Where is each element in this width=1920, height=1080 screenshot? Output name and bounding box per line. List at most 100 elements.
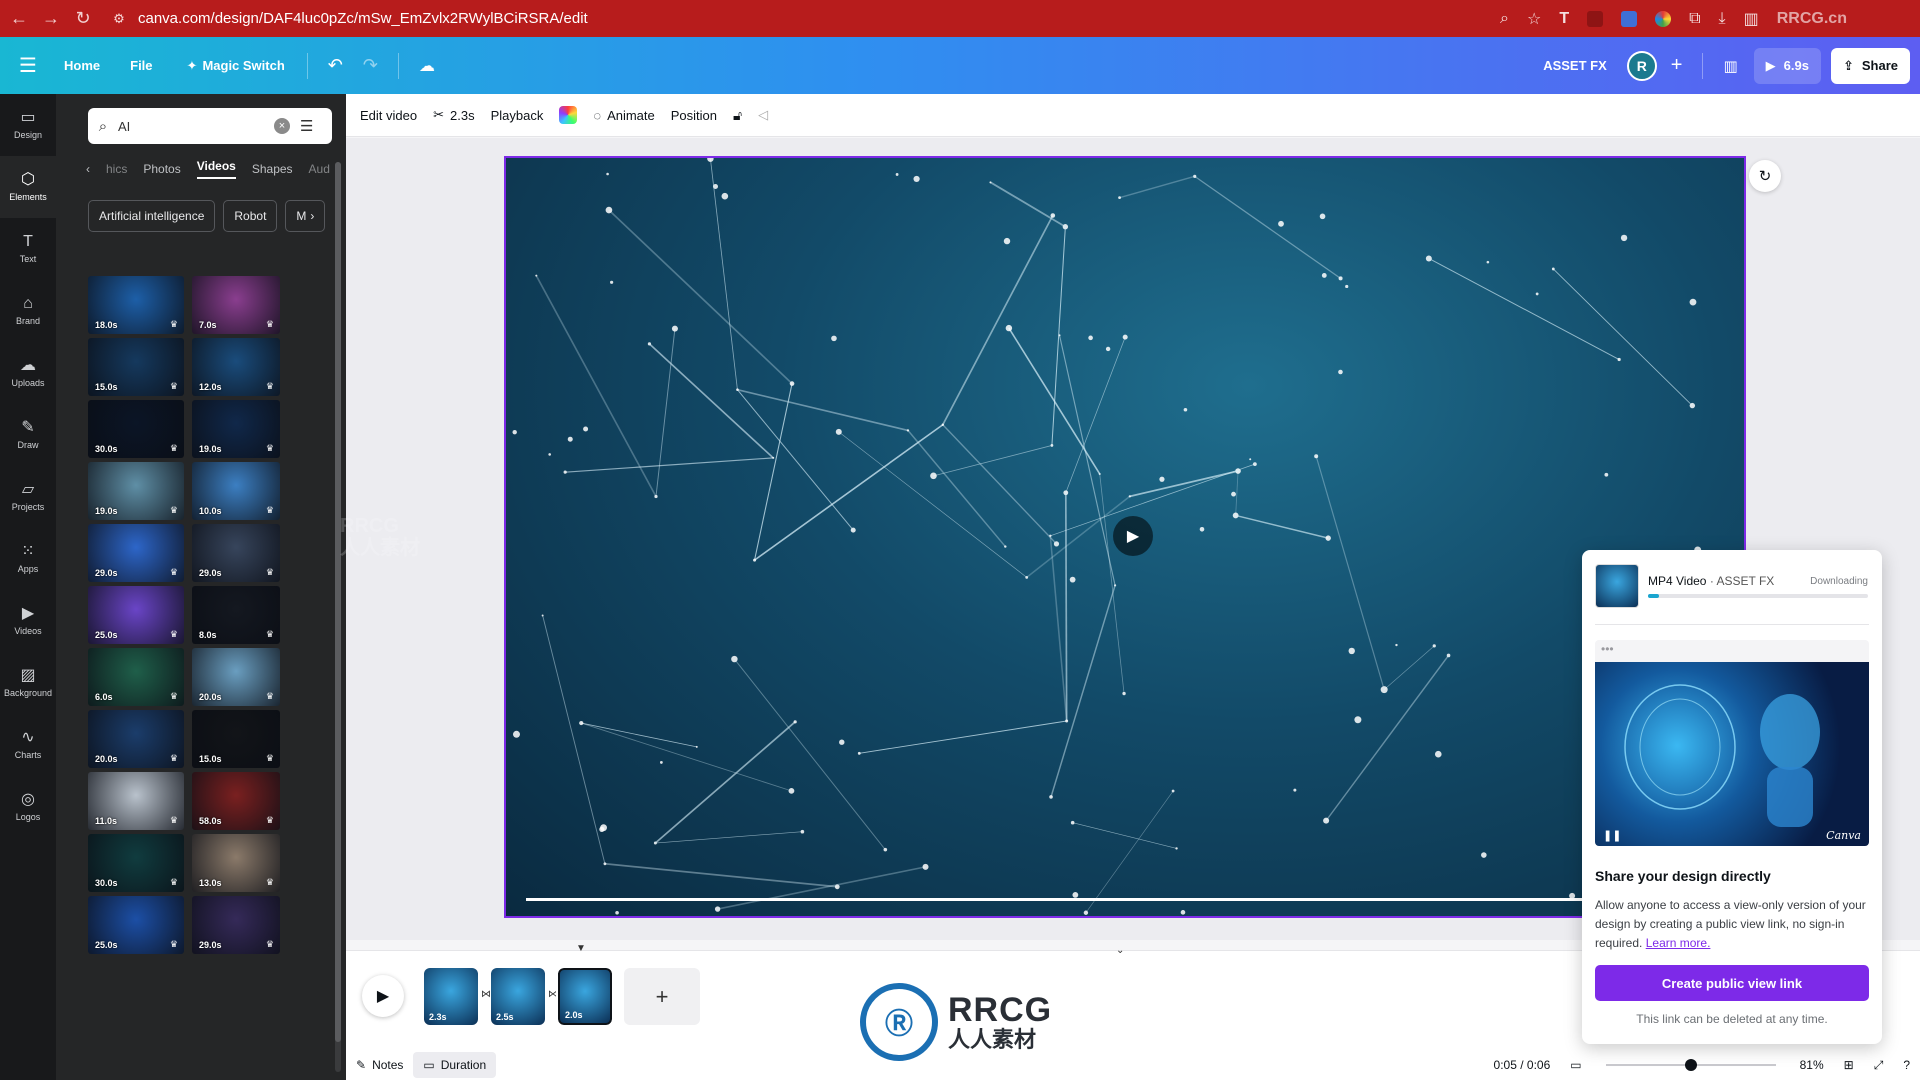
rail-item-projects[interactable]: ▱ Projects [0,466,56,528]
reload-icon[interactable]: ↻ [70,6,96,32]
video-thumbnail[interactable]: 7.0s ♛ [192,276,280,334]
clear-search-icon[interactable]: × [274,118,290,134]
tab-graphics[interactable]: hics [106,162,127,176]
chip-artificial-intelligence[interactable]: Artificial intelligence [88,200,216,232]
share-preview-video[interactable]: ❚❚ Canva [1595,662,1869,846]
panel-scrollbar-thumb[interactable] [335,162,341,1042]
search-input[interactable]: ⌕ AI × ☰ [88,108,332,144]
position-button[interactable]: Position [663,94,725,137]
trim-button[interactable]: ✂ 2.3s [425,94,482,137]
timeline-clip-selected[interactable]: 2.0s [556,966,614,1027]
video-thumbnail[interactable]: 8.0s ♛ [192,586,280,644]
extensions-puzzle-icon[interactable]: ⧉ [1689,10,1700,28]
rail-item-uploads[interactable]: ☁ Uploads [0,342,56,404]
zoom-slider-knob[interactable] [1684,1059,1697,1071]
forward-icon[interactable]: → [38,6,64,32]
sidebar-toggle-icon[interactable]: ▥ [1744,9,1759,29]
video-thumbnail[interactable]: 12.0s ♛ [192,338,280,396]
video-thumbnail[interactable]: 30.0s ♛ [88,400,184,458]
video-thumbnail[interactable]: 15.0s ♛ [88,338,184,396]
playback-button[interactable]: Playback [483,94,552,137]
extension-color-icon[interactable] [1655,10,1672,27]
video-thumbnail[interactable]: 6.0s ♛ [88,648,184,706]
help-icon[interactable]: ? [1893,1052,1920,1078]
timeline-clip[interactable]: 2.3s [424,968,478,1025]
edit-video-button[interactable]: Edit video [352,94,425,137]
rail-item-draw[interactable]: ✎ Draw [0,404,56,466]
project-name[interactable]: ASSET FX [1527,37,1623,94]
video-play-button[interactable]: ▶ [1113,516,1153,556]
rail-item-charts[interactable]: ∿ Charts [0,714,56,776]
video-thumbnail[interactable]: 11.0s ♛ [88,772,184,830]
refresh-icon[interactable]: ↻ [1749,160,1781,192]
avatar[interactable]: R [1626,50,1657,81]
page-view-icon[interactable]: ▭ [1560,1052,1591,1078]
rail-item-videos[interactable]: ▶ Videos [0,590,56,652]
redo-icon[interactable]: ↷ [353,37,388,94]
notes-button[interactable]: ✎ Notes [346,1052,413,1078]
extension-blue-icon[interactable] [1621,10,1638,27]
rail-item-logos[interactable]: ◎ Logos [0,776,56,838]
rail-item-text[interactable]: T Text [0,218,56,280]
grid-view-icon[interactable]: ⊞ [1834,1052,1864,1078]
volume-icon[interactable]: ◁ [750,94,776,137]
rail-item-background[interactable]: ▨ Background [0,652,56,714]
extension-red-icon[interactable] [1587,10,1604,27]
zoom-level[interactable]: 81% [1790,1052,1834,1078]
timeline-clip[interactable]: 2.5s [491,968,545,1025]
rail-item-apps[interactable]: ⁙ Apps [0,528,56,590]
home-button[interactable]: Home [56,37,108,94]
rail-item-design[interactable]: ▭ Design [0,94,56,156]
lock-icon[interactable]: 🔓︎ [725,94,750,137]
undo-icon[interactable]: ↶ [318,37,353,94]
video-thumbnail[interactable]: 19.0s ♛ [192,400,280,458]
insights-chart-icon[interactable]: ▥ [1713,37,1747,94]
bookmark-star-icon[interactable]: ☆ [1527,9,1541,29]
transition-icon[interactable]: ⋈ [548,989,558,1000]
chip-more[interactable]: M › [285,200,326,232]
filter-icon[interactable]: ☰ [300,117,324,135]
learn-more-link[interactable]: Learn more. [1646,936,1711,950]
address-bar[interactable]: ⚙ canva.com/design/DAF4luc0pZc/mSw_EmZvl… [110,5,1500,33]
chip-robot[interactable]: Robot [223,200,278,232]
panel-scrollbar[interactable] [335,162,341,1072]
video-thumbnail[interactable]: 20.0s ♛ [192,648,280,706]
pause-icon[interactable]: ❚❚ [1603,829,1621,842]
video-canvas[interactable]: ▶ [504,156,1746,918]
timeline-expand-chevron-icon[interactable]: ⌄ [1116,945,1124,956]
add-collaborator-icon[interactable]: + [1661,37,1693,94]
zoom-slider[interactable] [1605,1059,1776,1071]
fullscreen-icon[interactable]: ⤢ [1864,1052,1894,1078]
video-thumbnail[interactable]: 30.0s ♛ [88,834,184,892]
more-options-icon[interactable]: ••• [1601,642,1614,656]
video-thumbnail[interactable]: 13.0s ♛ [192,834,280,892]
magic-switch-button[interactable]: ✦ Magic Switch [175,37,297,94]
video-thumbnail[interactable]: 15.0s ♛ [192,710,280,768]
zoom-icon[interactable]: ⌕ [1500,10,1509,28]
file-menu-button[interactable]: File [108,37,174,94]
video-thumbnail[interactable]: 25.0s ♛ [88,586,184,644]
playhead-icon[interactable]: ▼ [576,943,586,954]
tab-photos[interactable]: Photos [143,162,180,176]
video-thumbnail[interactable]: 29.0s ♛ [88,524,184,582]
video-thumbnail[interactable]: 10.0s ♛ [192,462,280,520]
add-page-button[interactable]: + [624,968,700,1025]
extension-t-icon[interactable]: T [1559,10,1569,28]
back-icon[interactable]: ← [6,6,32,32]
share-button[interactable]: ⇪ Share [1830,47,1910,84]
duration-button[interactable]: ▭ Duration [413,1052,497,1078]
video-thumbnail[interactable]: 20.0s ♛ [88,710,184,768]
video-thumbnail[interactable]: 29.0s ♛ [192,524,280,582]
video-progress-bar[interactable] [526,898,1606,901]
create-public-link-button[interactable]: Create public view link [1595,965,1869,1001]
video-thumbnail[interactable]: 18.0s ♛ [88,276,184,334]
tab-videos[interactable]: Videos [196,159,236,179]
rail-item-elements[interactable]: ⬡ Elements [0,156,56,218]
animate-button[interactable]: ◌ Animate [585,94,662,137]
tab-shapes[interactable]: Shapes [252,162,293,176]
color-adjust-button[interactable] [551,94,585,137]
video-thumbnail[interactable]: 25.0s ♛ [88,896,184,954]
video-thumbnail[interactable]: 58.0s ♛ [192,772,280,830]
site-info-icon[interactable]: ⚙ [110,11,128,27]
transition-icon[interactable]: ⋈ [481,989,491,1000]
